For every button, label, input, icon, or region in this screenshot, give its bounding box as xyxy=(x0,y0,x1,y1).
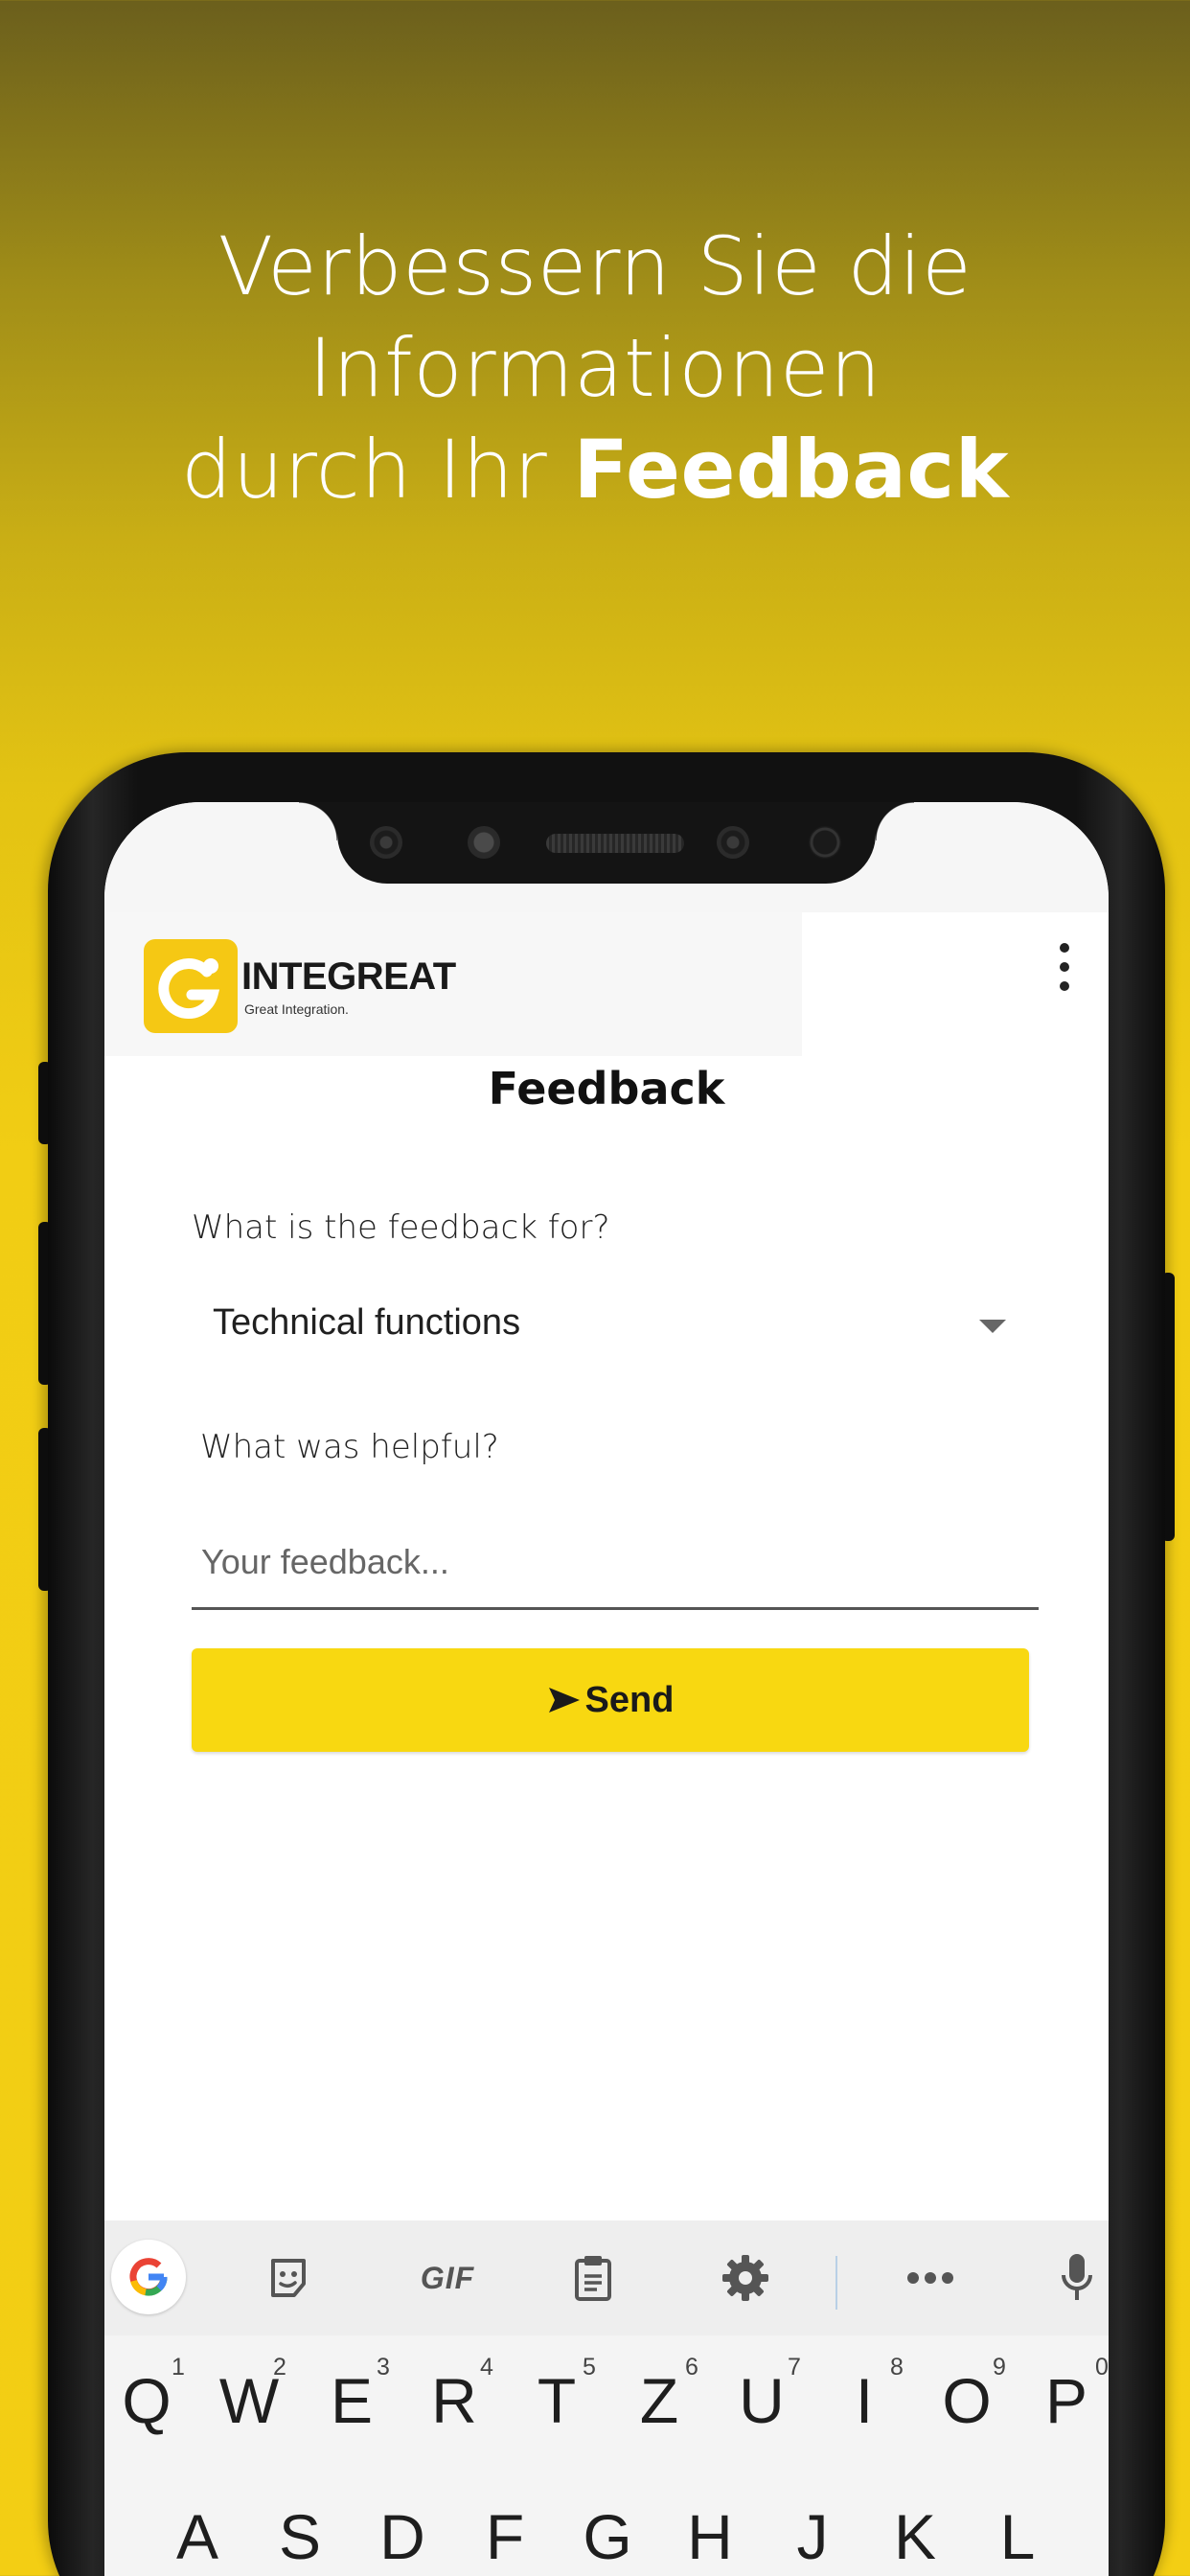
clipboard-icon[interactable] xyxy=(562,2247,624,2309)
gif-label: GIF xyxy=(420,2260,475,2295)
key-e-number: 3 xyxy=(377,2354,390,2380)
send-button[interactable]: Send xyxy=(192,1648,1029,1752)
key-p[interactable]: P xyxy=(1028,2364,1105,2437)
earpiece-speaker xyxy=(546,834,684,853)
key-s[interactable]: S xyxy=(262,2500,338,2573)
headline-line-3: durch Ihr Feedback xyxy=(0,419,1190,520)
headline-line-2: Informationen xyxy=(309,321,881,415)
microphone-icon[interactable] xyxy=(1046,2247,1108,2309)
key-r-number: 4 xyxy=(480,2354,493,2380)
app-header: INTEGREAT Great Integration. xyxy=(104,912,1109,1056)
feedback-target-select[interactable]: Technical functions xyxy=(192,1287,1035,1364)
google-icon[interactable] xyxy=(111,2240,186,2314)
key-o-number: 9 xyxy=(993,2354,1006,2380)
page-title: Feedback xyxy=(488,1063,725,1115)
sticker-icon[interactable] xyxy=(258,2247,319,2309)
headline-line-3-bold: Feedback xyxy=(573,423,1010,517)
key-f[interactable]: F xyxy=(467,2500,543,2573)
key-p-number: 0 xyxy=(1095,2354,1109,2380)
key-h[interactable]: H xyxy=(672,2500,748,2573)
keyboard-toolbar: GIF xyxy=(104,2220,1109,2335)
feedback-target-label: What is the feedback for? xyxy=(192,1208,610,1247)
headline-line-1: Verbessern Sie die xyxy=(217,219,973,313)
settings-gear-icon[interactable] xyxy=(715,2247,776,2309)
integreat-logo[interactable]: INTEGREAT Great Integration. xyxy=(104,912,802,1056)
sensor-icon xyxy=(717,826,749,859)
dropdown-caret-icon xyxy=(979,1320,1006,1333)
more-options-icon[interactable] xyxy=(900,2247,961,2309)
key-k[interactable]: K xyxy=(877,2500,953,2573)
on-screen-keyboard: GIF Q 1 W 2 E 3 R 4 T 5 Z 6 U 7 I 8 O 9 … xyxy=(104,2220,1109,2576)
key-z-number: 6 xyxy=(685,2354,698,2380)
key-t-number: 5 xyxy=(583,2354,596,2380)
proximity-sensor-icon xyxy=(809,826,841,859)
key-d[interactable]: D xyxy=(364,2500,441,2573)
gif-button[interactable]: GIF xyxy=(400,2247,495,2309)
app-brand-name: INTEGREAT xyxy=(241,955,456,998)
headline-line-3-regular: durch Ihr xyxy=(180,423,574,517)
key-i-number: 8 xyxy=(890,2354,904,2380)
keyboard-row-1: Q 1 W 2 E 3 R 4 T 5 Z 6 U 7 I 8 O 9 P 0 xyxy=(104,2345,1109,2450)
phone-notch xyxy=(299,802,914,884)
promo-headline: Verbessern Sie die Informationen durch I… xyxy=(0,216,1190,520)
keyboard-row-2: A S D F G H J K L xyxy=(104,2479,1109,2576)
key-l[interactable]: L xyxy=(979,2500,1056,2573)
phone-screen: INTEGREAT Great Integration. Feedback Wh… xyxy=(104,802,1109,2576)
toolbar-divider xyxy=(835,2256,837,2310)
key-g[interactable]: G xyxy=(569,2500,646,2573)
app-tagline: Great Integration. xyxy=(244,1001,349,1017)
key-q-number: 1 xyxy=(172,2354,185,2380)
sensor-icon xyxy=(370,826,402,859)
key-u-number: 7 xyxy=(788,2354,801,2380)
integreat-logo-icon xyxy=(144,939,238,1033)
key-j[interactable]: J xyxy=(774,2500,851,2573)
front-camera-icon xyxy=(468,826,500,859)
feedback-target-selected-value: Technical functions xyxy=(213,1302,521,1343)
send-button-label: Send xyxy=(584,1679,675,1720)
key-a[interactable]: A xyxy=(159,2500,236,2573)
helpful-question-label: What was helpful? xyxy=(200,1428,499,1466)
send-icon xyxy=(548,1688,580,1713)
overflow-menu-icon[interactable] xyxy=(1055,943,1074,991)
feedback-input[interactable] xyxy=(192,1516,1039,1610)
key-w-number: 2 xyxy=(273,2354,286,2380)
